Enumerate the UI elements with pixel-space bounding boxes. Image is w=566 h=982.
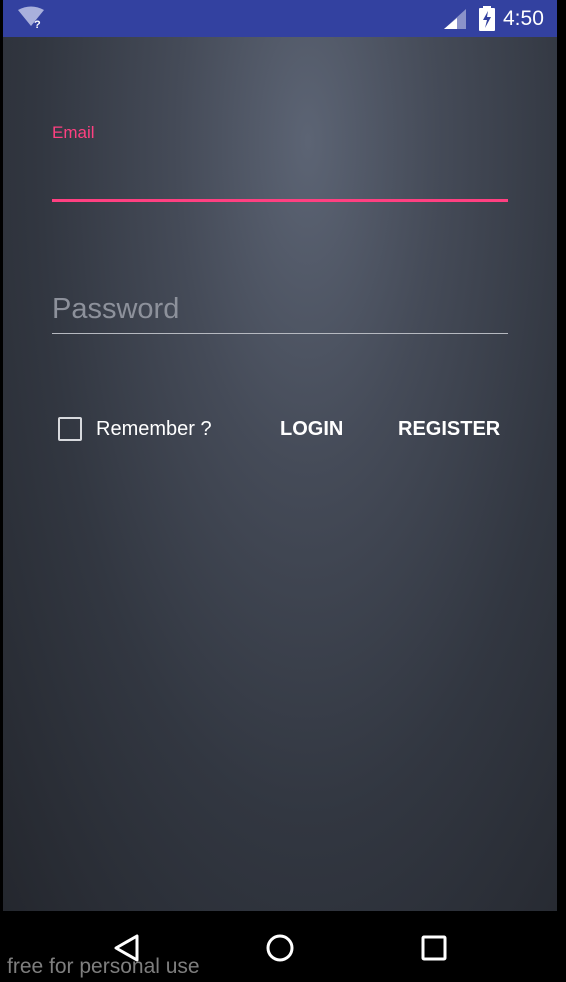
watermark-text: free for personal use — [7, 955, 200, 978]
svg-text:?: ? — [34, 19, 41, 30]
device-screen: ? 4:50 Email Remember ? LOGIN REGISTER f… — [0, 0, 566, 982]
login-button[interactable]: LOGIN — [280, 411, 343, 447]
status-bar: ? 4:50 — [3, 0, 557, 37]
home-circle-icon[interactable] — [263, 931, 297, 965]
recents-square-icon[interactable] — [417, 931, 451, 965]
cell-signal-icon — [443, 8, 467, 30]
wifi-unknown-icon: ? — [17, 6, 45, 31]
login-screen: Email Remember ? LOGIN REGISTER — [3, 37, 557, 911]
actions-row: Remember ? LOGIN REGISTER — [56, 411, 516, 447]
checkbox-box[interactable] — [58, 417, 82, 441]
register-button[interactable]: REGISTER — [398, 411, 500, 447]
password-underline — [52, 333, 508, 334]
email-input[interactable] — [52, 149, 508, 197]
email-underline — [52, 199, 508, 202]
remember-checkbox[interactable]: Remember ? — [56, 411, 212, 447]
email-label: Email — [52, 123, 95, 142]
remember-label: Remember ? — [96, 417, 212, 440]
battery-charging-icon — [479, 6, 495, 31]
status-clock: 4:50 — [503, 7, 544, 30]
email-field-container: Email — [52, 119, 508, 205]
password-input[interactable] — [52, 287, 508, 331]
password-field-container — [52, 287, 508, 337]
